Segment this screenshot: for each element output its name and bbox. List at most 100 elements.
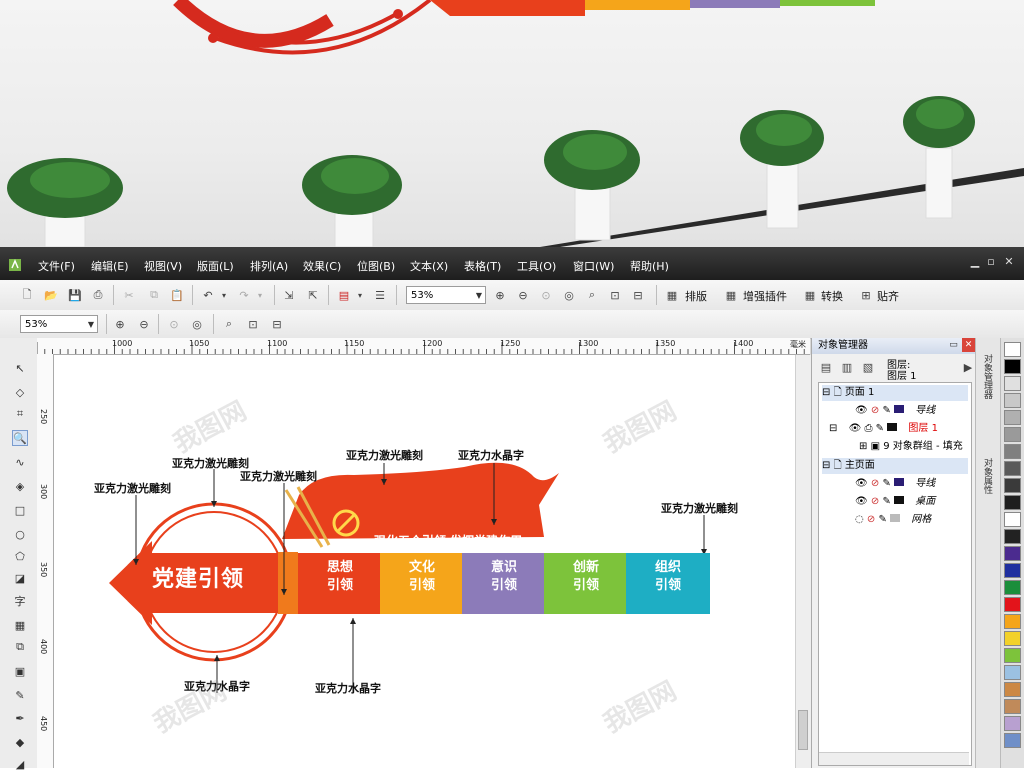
copy-icon[interactable]: ⧉ <box>146 287 162 303</box>
zoom-selected-icon[interactable]: ⊙ <box>538 287 554 303</box>
edit-pencil-icon[interactable]: ✎ <box>876 423 884 434</box>
open-folder-icon[interactable]: 📂 <box>43 287 59 303</box>
zoom-tool-icon[interactable]: 🔍 <box>12 430 28 446</box>
zoom-in-icon[interactable]: ⊕ <box>112 316 128 332</box>
visibility-eye-icon[interactable]: 👁 <box>855 478 868 489</box>
visibility-hidden-icon[interactable]: ◌ <box>855 514 864 525</box>
menu-file[interactable]: 文件(F) <box>38 258 75 274</box>
launcher-dropdown-icon[interactable]: ▾ <box>352 287 368 303</box>
menu-text[interactable]: 文本(X) <box>410 258 448 274</box>
edit-pencil-icon[interactable]: ✎ <box>882 405 890 416</box>
layer-manager-view-icon[interactable]: ▧ <box>860 359 876 375</box>
print-disabled-icon[interactable]: ⊘ <box>871 405 879 416</box>
close-icon[interactable]: ✕ <box>1003 256 1015 268</box>
collapse-icon[interactable]: ⊟ <box>822 387 830 398</box>
tree-item-page1-guides[interactable]: 👁 ⊘ ✎ 导线 <box>855 403 935 419</box>
menu-table[interactable]: 表格(T) <box>464 258 501 274</box>
palette-swatch[interactable] <box>1004 529 1021 544</box>
zoom-all-icon[interactable]: ◎ <box>561 287 577 303</box>
palette-swatch[interactable] <box>1004 648 1021 663</box>
horizontal-scrollbar[interactable] <box>819 752 969 765</box>
palette-swatch[interactable] <box>1004 444 1021 459</box>
fill-tool-icon[interactable]: ◆ <box>12 734 28 750</box>
import-icon[interactable]: ⇲ <box>281 287 297 303</box>
redo-dropdown-icon[interactable]: ▾ <box>252 287 268 303</box>
save-icon[interactable]: 💾 <box>67 287 83 303</box>
parallel-dimension-icon[interactable]: ⧉ <box>12 639 28 655</box>
print-disabled-icon[interactable]: ⊘ <box>871 496 879 507</box>
tab-object-manager[interactable]: 对象管理器 <box>981 354 994 399</box>
palette-swatch[interactable] <box>1004 665 1021 680</box>
collapse-icon[interactable]: ⊟ <box>822 460 830 471</box>
palette-swatch[interactable] <box>1004 733 1021 748</box>
interactive-fill-icon[interactable]: ◢ <box>12 756 28 772</box>
zoom-out-icon[interactable]: ⊖ <box>515 287 531 303</box>
palette-swatch[interactable] <box>1004 359 1021 374</box>
polygon-tool-icon[interactable]: ⬠ <box>12 548 28 564</box>
visibility-eye-icon[interactable]: 👁 <box>855 405 868 416</box>
typeset-button[interactable]: 排版 <box>685 288 707 304</box>
text-tool-icon[interactable]: 字 <box>12 593 28 609</box>
print-disabled-icon[interactable]: ⊘ <box>871 478 879 489</box>
undo-icon[interactable]: ↶ <box>200 287 216 303</box>
menu-arrange[interactable]: 排列(A) <box>250 258 288 274</box>
rectangle-tool-icon[interactable]: □ <box>12 502 28 518</box>
minimize-icon[interactable]: ▭ <box>947 338 960 352</box>
palette-swatch[interactable] <box>1004 682 1021 697</box>
menu-layout[interactable]: 版面(L) <box>197 258 234 274</box>
palette-swatch[interactable] <box>1004 546 1021 561</box>
new-document-icon[interactable]: 🗋 <box>19 287 35 303</box>
tree-item-master-desktop[interactable]: 👁 ⊘ ✎ 桌面 <box>855 494 935 510</box>
palette-swatch[interactable] <box>1004 410 1021 425</box>
zoom-width-icon[interactable]: ⊡ <box>607 287 623 303</box>
shape-tool-icon[interactable]: ◇ <box>12 384 28 400</box>
zoom-in-icon[interactable]: ⊕ <box>492 287 508 303</box>
edit-pencil-icon[interactable]: ✎ <box>879 514 887 525</box>
pick-tool-icon[interactable]: ↖ <box>12 360 28 376</box>
paste-icon[interactable]: 📋 <box>169 287 185 303</box>
palette-swatch[interactable] <box>1004 699 1021 714</box>
menu-bitmap[interactable]: 位图(B) <box>357 258 395 274</box>
enhance-plugin-button[interactable]: 增强插件 <box>743 288 787 304</box>
palette-swatch[interactable] <box>1004 597 1021 612</box>
snap-button[interactable]: 贴齐 <box>877 288 899 304</box>
application-launcher-icon[interactable]: ▤ <box>336 287 352 303</box>
zoom-selected-icon[interactable]: ⊙ <box>166 316 182 332</box>
zoom-height-icon[interactable]: ⊟ <box>630 287 646 303</box>
print-disabled-icon[interactable]: ⊘ <box>867 514 875 525</box>
palette-swatch[interactable] <box>1004 342 1021 357</box>
edit-pencil-icon[interactable]: ✎ <box>882 478 890 489</box>
palette-swatch[interactable] <box>1004 478 1021 493</box>
scrollbar-thumb[interactable] <box>798 710 808 750</box>
close-icon[interactable]: ✕ <box>962 338 975 352</box>
menu-tools[interactable]: 工具(O) <box>517 258 556 274</box>
vertical-scrollbar[interactable] <box>795 355 811 768</box>
print-icon[interactable]: ⎙ <box>90 287 106 303</box>
welcome-screen-icon[interactable]: ☰ <box>372 287 388 303</box>
menu-edit[interactable]: 编辑(E) <box>91 258 129 274</box>
drawing-canvas[interactable]: 党建引领 强化五个引领 发挥党建作用 思想 引领 文化 引领 意识 引领 创新 … <box>54 355 795 768</box>
cut-icon[interactable]: ✂ <box>121 287 137 303</box>
convert-button[interactable]: 转换 <box>821 288 843 304</box>
zoom-page-icon[interactable]: ⌕ <box>584 287 600 303</box>
expand-icon[interactable]: ⊞ <box>859 441 867 452</box>
edit-across-layers-icon[interactable]: ▥ <box>839 359 855 375</box>
palette-swatch[interactable] <box>1004 580 1021 595</box>
minimize-icon[interactable]: ▁ <box>969 256 981 268</box>
menu-window[interactable]: 窗口(W) <box>573 258 614 274</box>
palette-swatch[interactable] <box>1004 376 1021 391</box>
zoom-page-icon[interactable]: ⌕ <box>221 316 237 332</box>
basic-shapes-icon[interactable]: ◪ <box>12 570 28 586</box>
menu-view[interactable]: 视图(V) <box>144 258 182 274</box>
zoom-out-icon[interactable]: ⊖ <box>136 316 152 332</box>
tree-item-page1-layer1[interactable]: ⊟ 👁 ⎙ ✎ 图层 1 <box>829 421 938 437</box>
zoom-width-icon[interactable]: ⊡ <box>245 316 261 332</box>
property-zoom-combo[interactable]: 53% ▼ <box>20 315 98 333</box>
palette-swatch[interactable] <box>1004 393 1021 408</box>
edit-pencil-icon[interactable]: ✎ <box>882 496 890 507</box>
menu-help[interactable]: 帮助(H) <box>630 258 669 274</box>
eyedropper-icon[interactable]: ✎ <box>12 687 28 703</box>
palette-swatch[interactable] <box>1004 427 1021 442</box>
palette-swatch[interactable] <box>1004 631 1021 646</box>
tab-object-properties[interactable]: 对象属性 <box>981 458 994 494</box>
